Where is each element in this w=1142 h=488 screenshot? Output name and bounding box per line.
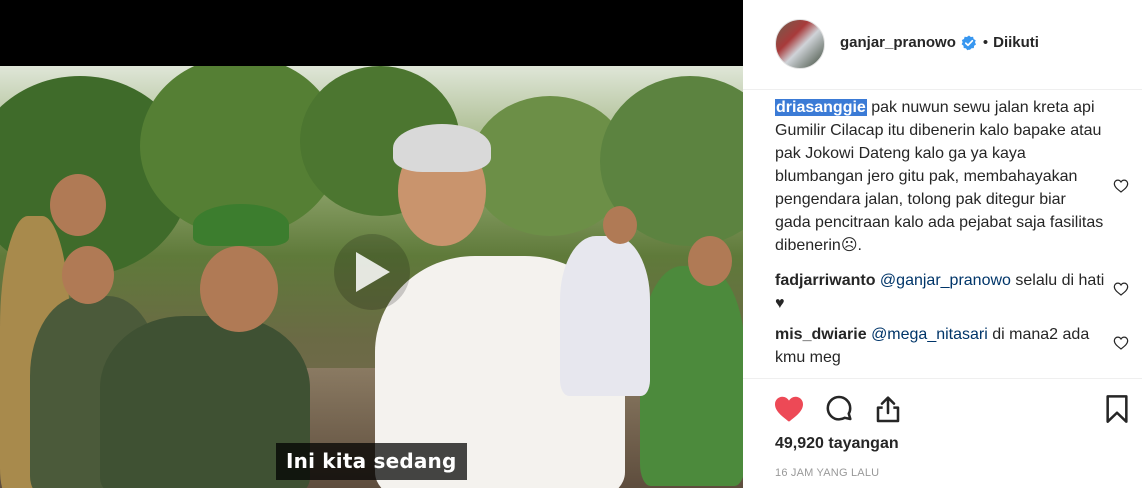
comment-mention[interactable]: @ganjar_pranowo [880, 272, 1011, 289]
video-scenery [62, 246, 114, 304]
post-timestamp[interactable]: 16 JAM YANG LALU [775, 467, 879, 479]
avatar[interactable] [775, 19, 825, 69]
video-player[interactable]: Ini kita sedang [0, 0, 743, 488]
comment-mention[interactable]: @mega_nitasari [871, 326, 988, 343]
post-actions: 49,920 tayangan 16 JAM YANG LALU [743, 378, 1142, 488]
video-scenery [50, 174, 106, 236]
verified-badge-icon [961, 35, 976, 50]
comment-text: pak nuwun sewu jalan kreta api Gumilir C… [775, 99, 1104, 254]
view-count[interactable]: 49,920 tayangan [775, 435, 899, 453]
heart-filled-icon[interactable] [773, 393, 805, 425]
post-header: ganjar_pranowo • Diikuti [743, 0, 1142, 90]
comment-item: driasanggie pak nuwun sewu jalan kreta a… [775, 96, 1135, 257]
comment-like-icon[interactable] [1113, 281, 1129, 297]
comments-list[interactable]: driasanggie pak nuwun sewu jalan kreta a… [775, 94, 1135, 386]
comment-bubble-icon[interactable] [823, 393, 855, 425]
video-scenery [193, 204, 289, 246]
video-scenery [200, 246, 278, 332]
comment-like-icon[interactable] [1113, 178, 1129, 194]
bookmark-icon[interactable] [1101, 393, 1133, 425]
video-scenery [640, 266, 743, 486]
play-icon [356, 252, 390, 292]
comment-item: fadjarriwanto @ganjar_pranowo selalu di … [775, 269, 1135, 315]
comment-like-icon[interactable] [1113, 335, 1129, 351]
comment-username[interactable]: fadjarriwanto [775, 272, 875, 289]
post-author: ganjar_pranowo • Diikuti [840, 34, 1039, 51]
comment-item: mis_dwiarie @mega_nitasari di mana2 ada … [775, 323, 1135, 369]
video-caption: Ini kita sedang [276, 443, 467, 480]
author-username[interactable]: ganjar_pranowo [840, 34, 956, 51]
comment-username[interactable]: driasanggie [775, 99, 867, 116]
video-scenery [603, 206, 637, 244]
post-side-panel: ganjar_pranowo • Diikuti driasanggie pak… [743, 0, 1142, 488]
follow-status-button[interactable]: Diikuti [993, 34, 1039, 51]
header-separator: • [982, 34, 989, 51]
video-scenery [560, 236, 650, 396]
video-scenery [688, 236, 732, 286]
video-scenery [393, 124, 491, 172]
comment-username[interactable]: mis_dwiarie [775, 326, 867, 343]
play-button[interactable] [334, 234, 410, 310]
share-icon[interactable] [872, 393, 904, 425]
